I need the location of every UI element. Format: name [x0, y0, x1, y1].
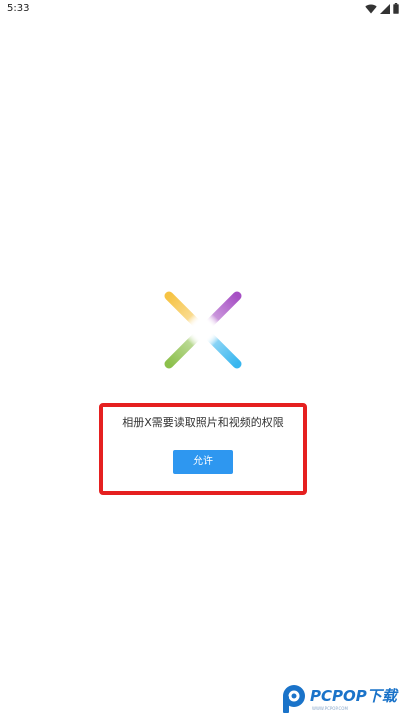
- watermark-tagline: WWW.PCPOP.COM: [312, 706, 348, 711]
- status-bar: 5:33: [0, 0, 405, 18]
- battery-icon: [393, 3, 399, 14]
- allow-button[interactable]: 允许: [173, 450, 233, 474]
- status-icons: [365, 3, 399, 14]
- watermark: PCPOP下载 WWW.PCPOP.COM: [279, 683, 403, 717]
- watermark-brand: PCPOP下载: [310, 687, 397, 705]
- permission-dialog: 相册X需要读取照片和视频的权限 允许: [99, 403, 307, 495]
- wifi-icon: [365, 4, 377, 14]
- status-time: 5:33: [7, 3, 30, 14]
- album-x-logo-icon: [161, 288, 245, 372]
- pcpop-logo-icon: [281, 684, 307, 714]
- signal-icon: [380, 3, 390, 14]
- permission-message: 相册X需要读取照片和视频的权限: [122, 416, 284, 429]
